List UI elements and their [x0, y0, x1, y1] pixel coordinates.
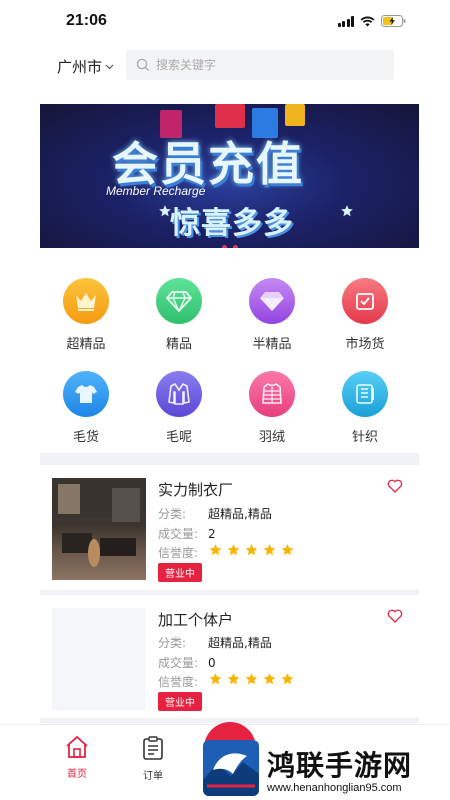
- category-label: 针织: [351, 430, 378, 445]
- cellular-signal-icon: [337, 15, 354, 27]
- promo-banner[interactable]: 会员充值 Member Recharge 惊喜多多: [40, 104, 419, 248]
- category-item[interactable]: 毛呢: [139, 371, 219, 445]
- star-icon: [209, 544, 222, 556]
- favorite-heart-icon[interactable]: [387, 609, 403, 623]
- category-label: 半精品: [252, 337, 292, 352]
- shop-volume-row: 成交量: 0: [158, 654, 216, 671]
- star-icon: [281, 673, 294, 685]
- star-decoration-icon: [159, 205, 171, 217]
- shop-volume-row: 成交量: 2: [158, 525, 216, 542]
- tab-home-label: 首页: [67, 769, 87, 780]
- star-icon: [263, 673, 276, 685]
- category-item[interactable]: 超精品: [46, 278, 126, 352]
- category-field-value: 超精品,精品: [208, 507, 272, 521]
- battery-charging-icon: [381, 15, 406, 27]
- category-label: 精品: [165, 337, 192, 352]
- carousel-dot[interactable]: [221, 245, 227, 248]
- category-field-label: 分类:: [158, 636, 187, 650]
- search-bar[interactable]: [126, 50, 394, 80]
- category-item[interactable]: 市场货: [325, 278, 405, 352]
- city-label: 广州市: [57, 58, 103, 76]
- shop-category-row: 分类: 超精品,精品: [158, 505, 272, 522]
- shop-name: 加工个体户: [158, 611, 234, 629]
- watermark: 鸿联手游网 www.henanhonglian95.com: [203, 740, 450, 800]
- tab-home[interactable]: 首页: [47, 735, 107, 780]
- credit-field-label: 信誉度:: [158, 546, 199, 560]
- status-icons: [337, 15, 407, 27]
- star-icon: [245, 673, 258, 685]
- volume-field-label: 成交量:: [158, 656, 199, 670]
- watermark-url: www.henanhonglian95.com: [267, 782, 402, 794]
- star-icon: [245, 544, 258, 556]
- status-bar: 21:06: [0, 0, 450, 44]
- tab-orders[interactable]: 订单: [123, 735, 183, 782]
- carousel-dot[interactable]: [232, 245, 238, 248]
- chevron-down-icon: [105, 64, 114, 69]
- watermark-logo: [203, 740, 259, 796]
- tab-orders-label: 订单: [143, 771, 163, 782]
- clipboard-icon: [143, 736, 163, 760]
- coat-icon: [156, 371, 202, 417]
- volume-field-value: 0: [208, 655, 216, 670]
- shopping-bag-decoration: [285, 104, 305, 126]
- volume-field-value: 2: [208, 526, 216, 541]
- star-icon: [227, 544, 240, 556]
- section-divider: [40, 453, 419, 465]
- banner-tagline: 惊喜多多: [170, 206, 294, 241]
- star-icon: [227, 673, 240, 685]
- shop-name: 实力制衣厂: [158, 481, 234, 499]
- diamond-icon: [156, 278, 202, 324]
- volume-field-label: 成交量:: [158, 527, 199, 541]
- category-label: 超精品: [66, 337, 106, 352]
- home-icon: [66, 735, 88, 758]
- shop-category-row: 分类: 超精品,精品: [158, 634, 272, 651]
- wifi-icon: [360, 16, 375, 26]
- category-field-label: 分类:: [158, 507, 187, 521]
- category-field-value: 超精品,精品: [208, 636, 272, 650]
- star-decoration-icon: [341, 205, 353, 217]
- category-item[interactable]: 针织: [325, 371, 405, 445]
- category-label: 市场货: [345, 337, 385, 352]
- category-item[interactable]: 半精品: [232, 278, 312, 352]
- rating-stars: [208, 672, 295, 686]
- banner-subtitle: Member Recharge: [106, 184, 206, 198]
- shop-credit-row: 信誉度:: [158, 544, 294, 561]
- star-icon: [281, 544, 294, 556]
- box-icon: [342, 278, 388, 324]
- shop-thumbnail: [52, 478, 146, 580]
- shop-credit-row: 信誉度:: [158, 673, 294, 690]
- shopping-bag-decoration: [215, 104, 245, 128]
- category-item[interactable]: 毛货: [46, 371, 126, 445]
- watermark-title: 鸿联手游网: [267, 749, 413, 782]
- carousel-indicator: [40, 245, 419, 248]
- credit-field-label: 信誉度:: [158, 675, 199, 689]
- top-bar: 广州市: [40, 50, 394, 80]
- search-input[interactable]: [156, 58, 356, 72]
- crown-icon: [63, 278, 109, 324]
- shop-card[interactable]: 加工个体户 分类: 超精品,精品 成交量: 0 信誉度: 营业中: [40, 595, 419, 713]
- factory-photo: [52, 478, 146, 567]
- category-label: 羽绒: [258, 430, 285, 445]
- city-selector[interactable]: 广州市: [57, 56, 114, 77]
- rating-stars: [208, 543, 295, 557]
- shop-card[interactable]: 实力制衣厂 分类: 超精品,精品 成交量: 2 信誉度: 营业中: [40, 465, 419, 583]
- down-jacket-icon: [249, 371, 295, 417]
- shop-thumbnail-placeholder: [52, 608, 146, 710]
- category-label: 毛呢: [165, 430, 192, 445]
- category-label: 毛货: [72, 430, 99, 445]
- status-time: 21:06: [66, 12, 107, 29]
- status-badge: 营业中: [158, 692, 202, 711]
- favorite-heart-icon[interactable]: [387, 479, 403, 493]
- category-item[interactable]: 精品: [139, 278, 219, 352]
- category-item[interactable]: 羽绒: [232, 371, 312, 445]
- star-icon: [209, 673, 222, 685]
- knitwear-icon: [342, 371, 388, 417]
- tshirt-icon: [63, 371, 109, 417]
- search-icon: [136, 58, 150, 72]
- gem-icon: [249, 278, 295, 324]
- status-badge: 营业中: [158, 563, 202, 582]
- star-icon: [263, 544, 276, 556]
